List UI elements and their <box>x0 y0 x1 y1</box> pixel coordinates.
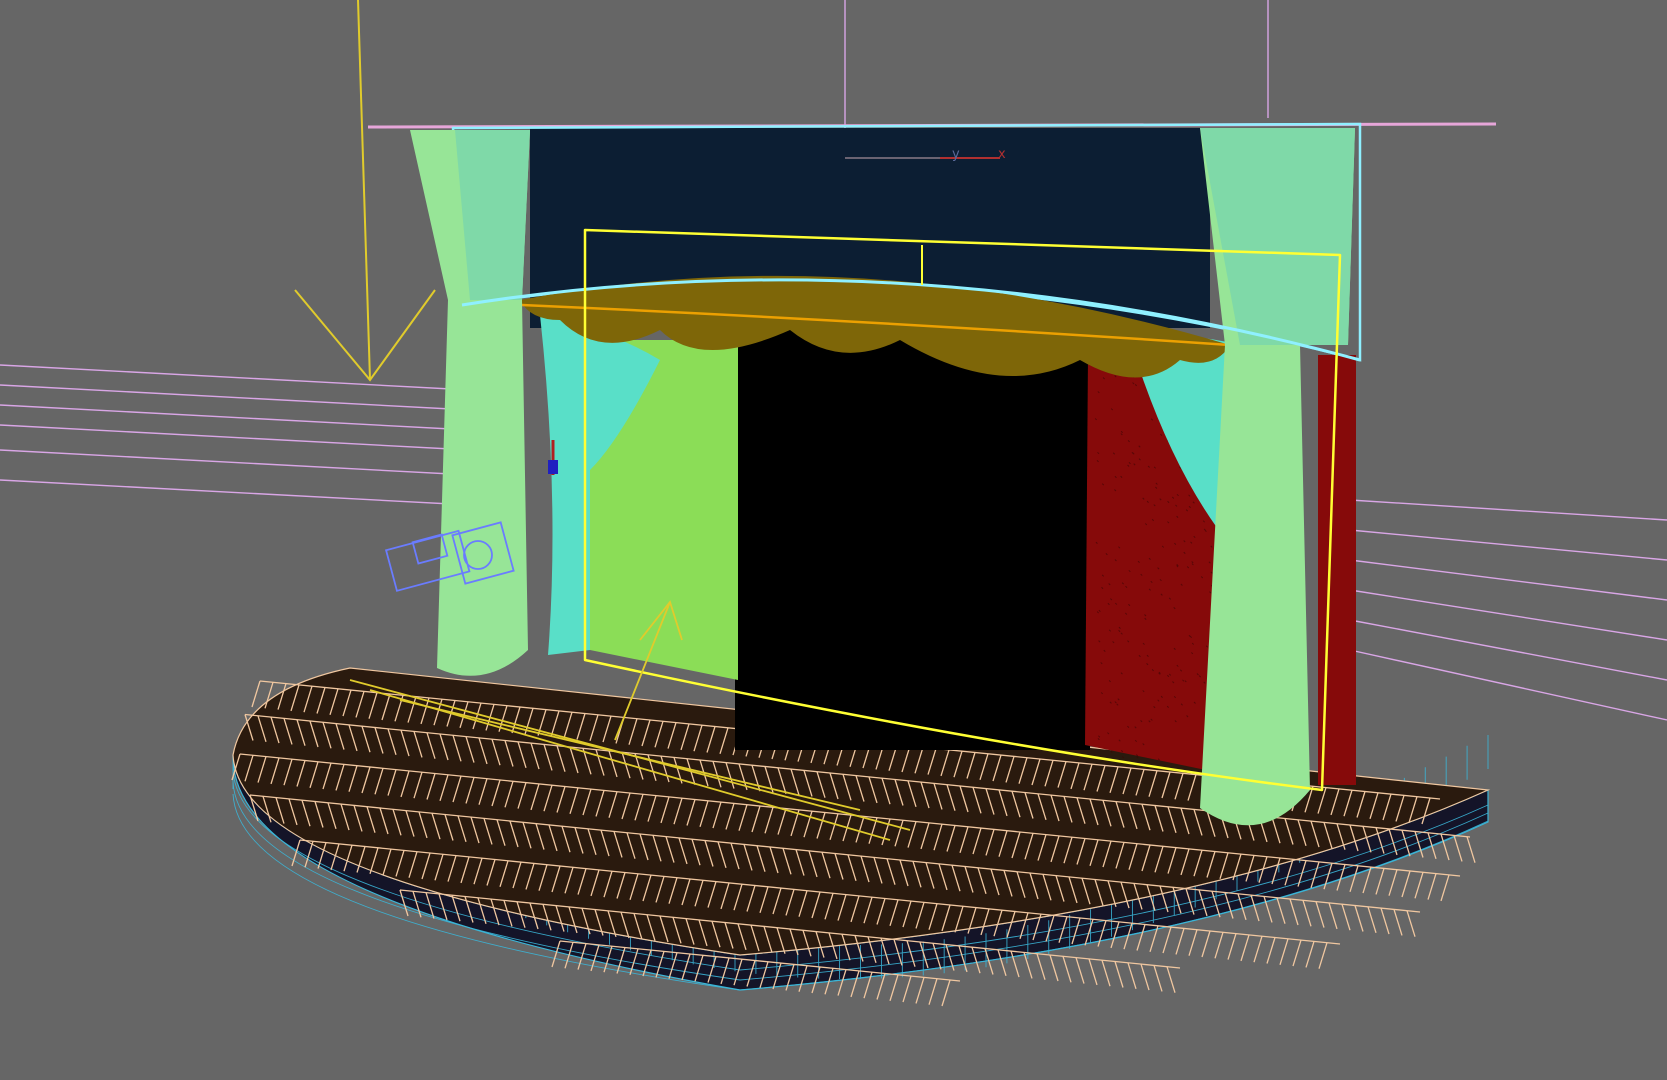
3d-viewport[interactable]: y x <box>0 0 1667 1080</box>
spotlight-helper[interactable] <box>295 0 435 380</box>
left-curtain[interactable] <box>540 315 738 680</box>
stage-opening <box>735 330 1090 750</box>
left-column[interactable] <box>410 130 530 676</box>
axis-label-x: x <box>998 147 1006 162</box>
axis-label-y: y <box>952 147 960 162</box>
